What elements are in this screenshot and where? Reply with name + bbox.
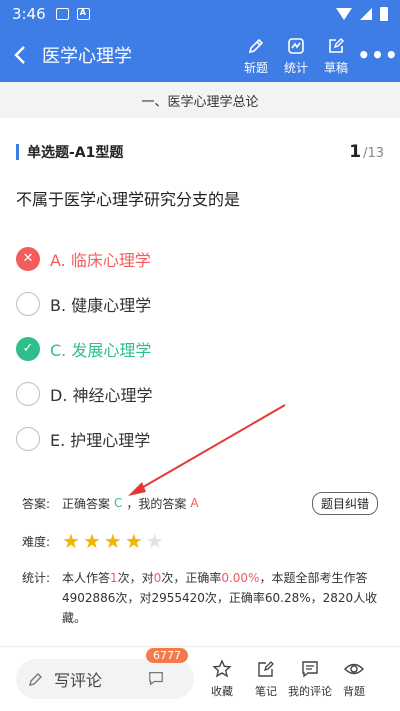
app-bar: 3:46 医学心理学 斩题 统计 草稿 ••• <box>0 0 400 82</box>
answer-row: 答案: 正确答案 C ，我的答案 A 题目纠错 <box>22 491 378 515</box>
difficulty-stars: ★ ★ ★ ★ ★ <box>62 531 164 551</box>
report-error-button[interactable]: 题目纠错 <box>311 491 378 515</box>
option-label: C. 发展心理学 <box>50 340 152 360</box>
section-title: 一、医学心理学总论 <box>0 82 400 118</box>
my-answer-prefix: ，我的答案 <box>126 496 187 511</box>
option-label: E. 护理心理学 <box>50 430 151 450</box>
stats-button[interactable]: 统计 <box>276 36 316 76</box>
option-b[interactable]: B. 健康心理学 <box>16 281 384 326</box>
accent-bar <box>16 144 19 160</box>
option-list: ✕ A. 临床心理学 B. 健康心理学 ✓ C. 发展心理学 D. 神经心理学 … <box>16 236 384 461</box>
stats-label: 统计: <box>22 571 51 585</box>
stats-part: 次，对 <box>117 571 154 585</box>
back-button[interactable] <box>0 28 40 82</box>
battery-icon <box>380 7 388 21</box>
my-comments-label: 我的评论 <box>288 685 332 698</box>
stats-part: 次，正确率 <box>161 571 222 585</box>
comment-icon <box>302 661 318 678</box>
stats-part: 本人作答 <box>62 571 111 585</box>
question-header: 单选题-A1型题 1/13 <box>16 140 384 164</box>
radio-icon <box>16 426 40 451</box>
option-c[interactable]: ✓ C. 发展心理学 <box>16 326 384 371</box>
cut-question-button[interactable]: 斩题 <box>236 36 276 76</box>
star-filled-icon: ★ <box>124 529 143 553</box>
notes-label: 笔记 <box>255 685 277 698</box>
correct-answer: C <box>114 496 123 510</box>
stats-text: 本人作答1次，对0次，正确率0.00%，本题全部考生作答4902886次，对29… <box>62 568 378 628</box>
status-time: 3:46 <box>12 5 46 23</box>
bottom-bar: 写评论 6777 收藏 笔记 我的评论 背题 <box>0 646 400 711</box>
title-bar: 医学心理学 斩题 统计 草稿 ••• <box>0 28 400 82</box>
difficulty-label: 难度: <box>22 534 51 549</box>
stats-row: 统计: 本人作答1次，对0次，正确率0.00%，本题全部考生作答4902886次… <box>22 568 378 628</box>
chat-bubble-icon[interactable] <box>148 670 164 686</box>
favorite-button[interactable]: 收藏 <box>200 659 244 699</box>
current-index: 1 <box>349 142 362 162</box>
comment-input[interactable]: 写评论 6777 <box>16 648 194 699</box>
option-a[interactable]: ✕ A. 临床心理学 <box>16 236 384 281</box>
radio-icon <box>16 381 40 406</box>
chevron-left-icon <box>14 46 25 64</box>
image-notification-icon <box>55 8 69 20</box>
app-notification-icon <box>76 8 90 20</box>
draft-button[interactable]: 草稿 <box>316 36 356 76</box>
wifi-icon <box>336 8 352 20</box>
star-outline-icon <box>212 659 232 678</box>
my-answer: A <box>190 496 199 510</box>
cut-question-label: 斩题 <box>243 61 268 75</box>
memorize-button[interactable]: 背题 <box>332 659 376 699</box>
question-type: 单选题-A1型题 <box>27 145 124 161</box>
question-text: 不属于医学心理学研究分支的是 <box>16 190 241 209</box>
pencil-icon <box>29 673 42 686</box>
option-label: B. 健康心理学 <box>50 295 152 315</box>
eye-icon <box>344 663 364 675</box>
page-title: 医学心理学 <box>42 46 132 67</box>
status-bar: 3:46 <box>0 0 400 28</box>
check-mark-icon: ✓ <box>16 336 40 361</box>
question-progress: 1/13 <box>349 142 384 162</box>
option-d[interactable]: D. 神经心理学 <box>16 371 384 416</box>
total-count: /13 <box>363 146 384 161</box>
notes-button[interactable]: 笔记 <box>244 659 288 699</box>
wrong-mark-icon: ✕ <box>16 246 40 271</box>
star-filled-icon: ★ <box>103 529 122 553</box>
option-label: D. 神经心理学 <box>50 385 153 405</box>
stats-label: 统计 <box>283 61 308 75</box>
pen-icon <box>248 38 264 54</box>
comment-count-badge: 6777 <box>146 648 188 663</box>
favorite-label: 收藏 <box>211 685 233 698</box>
my-rate: 0.00% <box>221 571 260 585</box>
note-icon <box>258 661 274 677</box>
more-menu-button[interactable]: ••• <box>356 28 400 82</box>
difficulty-row: 难度: ★ ★ ★ ★ ★ <box>22 530 378 552</box>
comment-placeholder: 写评论 <box>54 671 103 690</box>
signal-icon <box>360 8 372 20</box>
my-attempts: 1 <box>110 571 118 585</box>
memorize-label: 背题 <box>343 685 365 698</box>
correct-answer-prefix: 正确答案 <box>62 496 111 511</box>
star-filled-icon: ★ <box>62 529 80 553</box>
my-comments-button[interactable]: 我的评论 <box>288 659 332 699</box>
option-label: A. 临床心理学 <box>50 250 151 270</box>
draft-icon <box>329 38 344 53</box>
radio-icon <box>16 291 40 316</box>
draft-label: 草稿 <box>323 61 348 75</box>
answer-label: 答案: <box>22 496 51 511</box>
chart-icon <box>288 38 304 54</box>
star-empty-icon: ★ <box>145 529 164 553</box>
star-filled-icon: ★ <box>82 529 101 553</box>
option-e[interactable]: E. 护理心理学 <box>16 416 384 461</box>
